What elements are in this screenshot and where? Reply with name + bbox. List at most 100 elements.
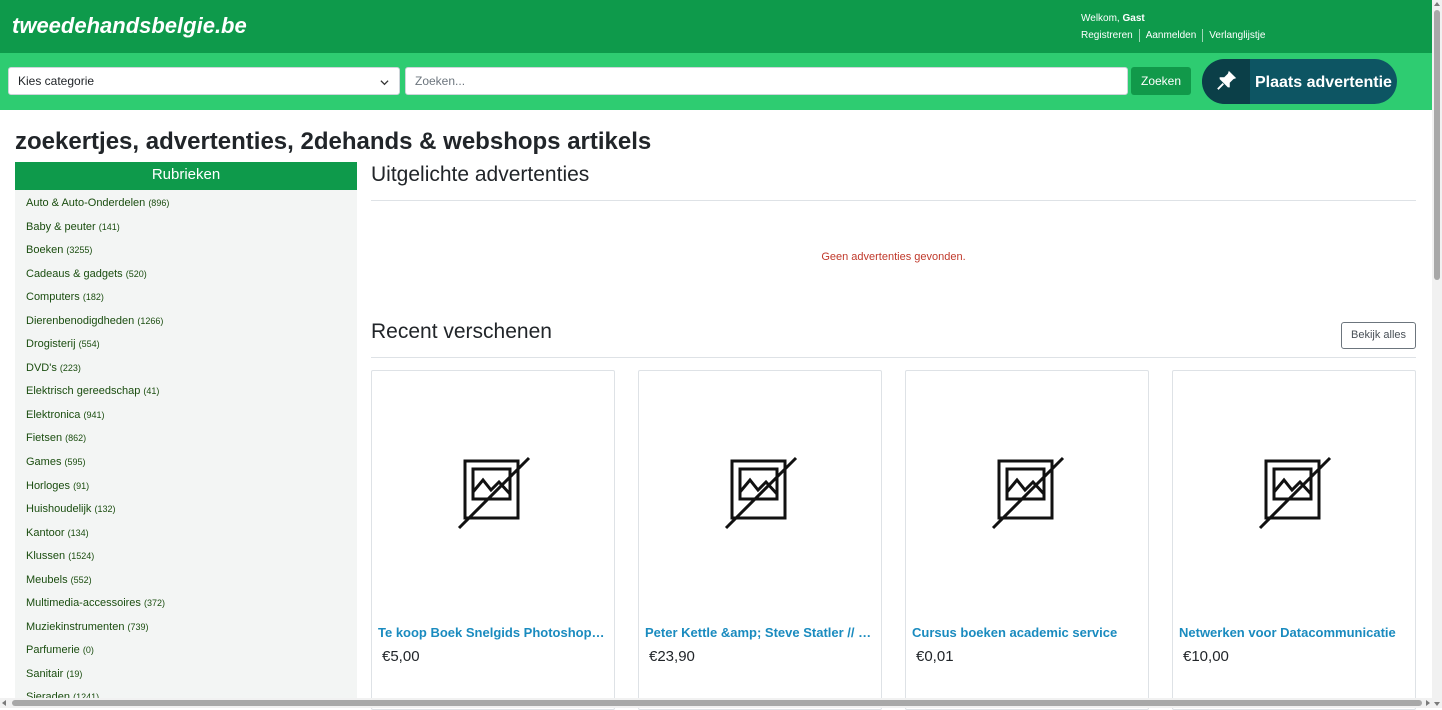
vertical-scroll-thumb[interactable] — [1434, 10, 1440, 280]
sidebar-item[interactable]: Dierenbenodigdheden (1266) — [15, 310, 357, 334]
ad-card[interactable]: Peter Kettle &amp; Steve Statler // … €2… — [638, 370, 882, 710]
sidebar-item[interactable]: Baby & peuter (141) — [15, 216, 357, 240]
user-links: Registreren Aanmelden Verlanglijstje — [1081, 29, 1271, 42]
wishlist-link[interactable]: Verlanglijstje — [1202, 29, 1271, 42]
sidebar-item[interactable]: Klussen (1524) — [15, 545, 357, 569]
login-link[interactable]: Aanmelden — [1138, 29, 1203, 42]
place-ad-button[interactable]: Plaats advertentie — [1202, 59, 1397, 104]
search-button[interactable]: Zoeken — [1131, 67, 1191, 95]
site-logo[interactable]: tweedehandsbelgie.be — [12, 13, 247, 39]
sidebar-item-count: (372) — [144, 598, 166, 609]
chevron-down-icon — [380, 76, 389, 90]
category-select-value: Kies categorie — [18, 74, 95, 88]
sidebar-item[interactable]: Boeken (3255) — [15, 239, 357, 263]
sidebar-item[interactable]: Muziekinstrumenten (739) — [15, 616, 357, 640]
ad-card-title[interactable]: Netwerken voor Datacommunicatie — [1179, 625, 1411, 640]
sidebar-item-count: (1524) — [68, 551, 95, 562]
sidebar-item-label: Muziekinstrumenten — [26, 620, 125, 633]
view-all-button[interactable]: Bekijk alles — [1341, 322, 1416, 349]
sidebar-item[interactable]: Fietsen (862) — [15, 427, 357, 451]
sidebar-item[interactable]: Elektrisch gereedschap (41) — [15, 380, 357, 404]
sidebar-item-label: Multimedia-accessoires — [26, 597, 141, 610]
sidebar-item[interactable]: DVD's (223) — [15, 357, 357, 381]
ad-card-title[interactable]: Peter Kettle &amp; Steve Statler // … — [645, 625, 877, 640]
horizontal-scroll-thumb[interactable] — [12, 700, 1422, 706]
search-bar: Kies categorie Zoeken Plaats advertentie — [0, 53, 1432, 110]
ad-card[interactable]: Netwerken voor Datacommunicatie €10,00 — [1172, 370, 1416, 710]
sidebar-item-label: Baby & peuter — [26, 220, 96, 233]
scroll-up-icon[interactable] — [1434, 2, 1440, 6]
sidebar-item-label: Huishoudelijk — [26, 503, 92, 516]
ad-card-price: €5,00 — [382, 648, 420, 665]
scroll-left-icon[interactable] — [2, 700, 6, 706]
sidebar-item-count: (41) — [143, 386, 160, 397]
sidebar-item[interactable]: Drogisterij (554) — [15, 333, 357, 357]
sidebar-item[interactable]: Sanitair (19) — [15, 663, 357, 687]
sidebar-item[interactable]: Auto & Auto-Onderdelen (896) — [15, 192, 357, 216]
sidebar-item-label: Auto & Auto-Onderdelen — [26, 197, 146, 209]
sidebar-item-label: Dierenbenodigdheden — [26, 314, 135, 327]
featured-title: Uitgelichte advertenties — [371, 163, 590, 186]
ad-card-title[interactable]: Cursus boeken academic service — [912, 625, 1144, 640]
sidebar-item-label: Parfumerie — [26, 644, 80, 657]
sidebar-item-label: Meubels — [26, 573, 68, 586]
pushpin-icon — [1202, 59, 1250, 104]
sidebar-item-count: (554) — [78, 339, 100, 350]
sidebar-item[interactable]: Multimedia-accessoires (372) — [15, 592, 357, 616]
place-ad-label: Plaats advertentie — [1255, 74, 1392, 91]
sidebar-item-count: (91) — [73, 480, 90, 491]
sidebar-item[interactable]: Computers (182) — [15, 286, 357, 310]
page-title: zoekertjes, advertenties, 2dehands & web… — [15, 128, 652, 155]
recent-title: Recent verschenen — [371, 320, 552, 343]
no-image-icon — [457, 456, 531, 535]
sidebar-item-label: Computers — [26, 291, 80, 304]
no-image-icon — [991, 456, 1065, 535]
sidebar-item-count: (552) — [70, 574, 92, 585]
no-ads-message: Geen advertenties gevonden. — [821, 251, 966, 263]
ad-card[interactable]: Cursus boeken academic service €0,01 — [905, 370, 1149, 710]
sidebar-item[interactable]: Huishoudelijk (132) — [15, 498, 357, 522]
register-link[interactable]: Registreren — [1081, 29, 1139, 42]
sidebar-item-count: (595) — [64, 457, 86, 468]
sidebar-item[interactable]: Parfumerie (0) — [15, 639, 357, 663]
sidebar-item-label: DVD's — [26, 361, 57, 374]
recent-divider — [371, 357, 1416, 358]
sidebar-item-count: (0) — [82, 645, 94, 656]
ad-card-price: €23,90 — [649, 648, 695, 665]
no-image-icon — [1258, 456, 1332, 535]
sidebar-item[interactable]: Horloges (91) — [15, 475, 357, 499]
sidebar-item-count: (223) — [59, 362, 81, 373]
scroll-right-icon[interactable] — [1426, 700, 1430, 706]
sidebar-item-count: (1266) — [137, 315, 164, 326]
sidebar-item[interactable]: Meubels (552) — [15, 569, 357, 593]
search-input[interactable] — [405, 67, 1128, 95]
category-select[interactable]: Kies categorie — [8, 67, 400, 95]
welcome-user: Gast — [1122, 13, 1145, 24]
category-list: Auto & Auto-Onderdelen (896) Baby & peut… — [15, 190, 357, 708]
sidebar-item[interactable]: Games (595) — [15, 451, 357, 475]
sidebar-item-count: (896) — [148, 198, 170, 208]
sidebar-item-label: Kantoor — [26, 526, 65, 539]
sidebar-item-label: Drogisterij — [26, 338, 76, 351]
sidebar-item[interactable]: Kantoor (134) — [15, 522, 357, 546]
sidebar-item-count: (132) — [94, 504, 116, 515]
sidebar-item[interactable]: Elektronica (941) — [15, 404, 357, 428]
sidebar-item-count: (862) — [65, 433, 87, 444]
ad-card-price: €10,00 — [1183, 648, 1229, 665]
scroll-down-icon[interactable] — [1434, 702, 1440, 706]
sidebar-item-label: Klussen — [26, 550, 66, 563]
ad-card[interactable]: Te koop Boek Snelgids Photoshop… €5,00 — [371, 370, 615, 710]
sidebar-item-label: Boeken — [26, 244, 64, 257]
welcome-prefix: Welkom, — [1081, 13, 1120, 24]
vertical-scrollbar[interactable] — [1432, 0, 1442, 708]
sidebar-item[interactable]: Cadeaus & gadgets (520) — [15, 263, 357, 287]
ad-card-price: €0,01 — [916, 648, 954, 665]
ad-card-title[interactable]: Te koop Boek Snelgids Photoshop… — [378, 625, 610, 640]
sidebar-item-label: Horloges — [26, 479, 71, 492]
no-image-icon — [724, 456, 798, 535]
sidebar-header: Rubrieken — [15, 162, 357, 190]
horizontal-scrollbar[interactable] — [0, 698, 1432, 708]
featured-divider — [371, 200, 1416, 201]
sidebar-item-label: Elektrisch gereedschap — [26, 385, 141, 398]
sidebar-item-count: (19) — [66, 668, 83, 679]
